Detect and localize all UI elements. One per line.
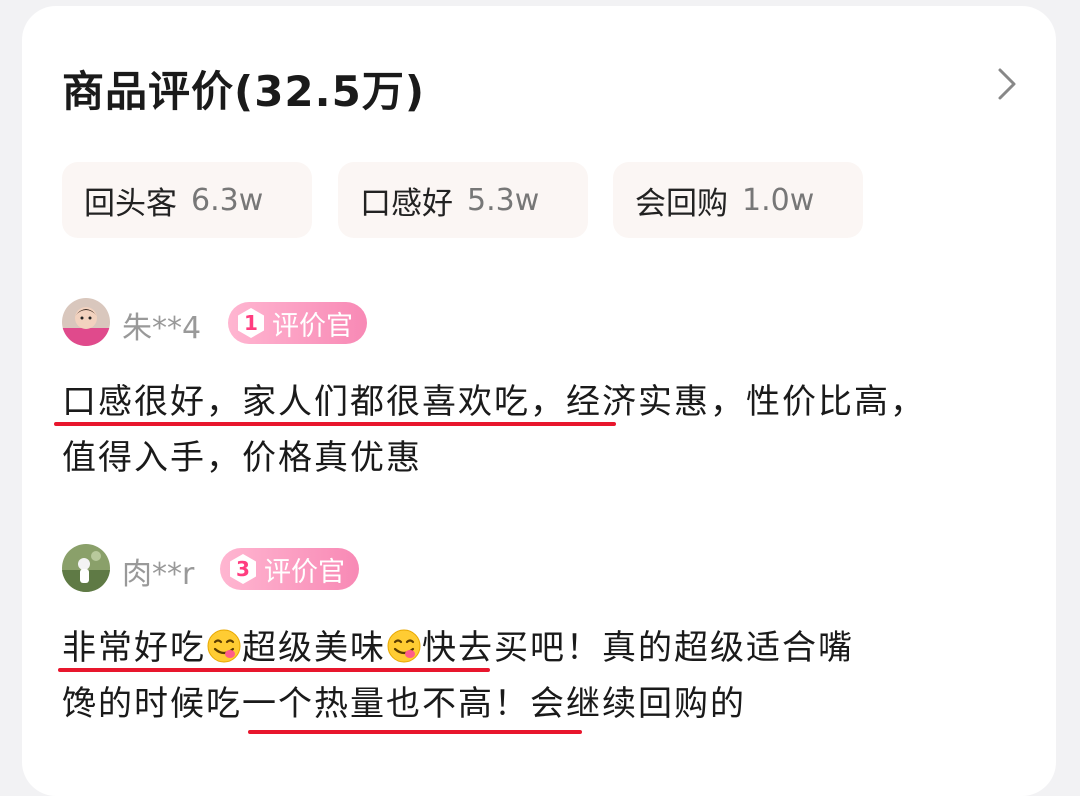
chevron-right-icon[interactable] [988,64,1028,104]
badge-level: 3 [236,557,250,581]
review-user-row: 朱**4 1 评价官 [62,298,662,350]
review-text-line: 值得入手，价格真优惠 [62,438,422,478]
tag-returning-customer[interactable]: 回头客 6.3w [62,162,312,238]
review-text-line: 馋的时候吃一个热量也不高！会继续回购的 [62,684,746,724]
avatar[interactable] [62,544,110,592]
avatar[interactable] [62,298,110,346]
badge-level: 1 [244,311,258,335]
review-username: 朱**4 [122,311,202,346]
review-text-segment: 非常好吃 [62,628,206,668]
tag-label: 回头客 [84,185,177,222]
review-text-segment: 快去买吧！真的超级适合嘴 [422,628,854,668]
review-username: 肉**r [122,557,195,592]
yum-face-icon [387,629,421,663]
reviews-header[interactable]: 商品评价(32.5万) [62,50,1042,120]
badge-label: 评价官 [272,310,353,342]
tag-will-repurchase[interactable]: 会回购 1.0w [613,162,863,238]
highlight-underline [58,668,490,672]
tag-label: 口感好 [360,185,453,222]
page-title: 商品评价(32.5万) [62,67,426,116]
highlight-underline [248,730,582,734]
badge-label: 评价官 [264,556,345,588]
reviewer-badge: 1 评价官 [228,302,367,344]
tag-count: 6.3w [191,182,264,218]
review-text: 非常好吃 超级美味 快去买吧！真的超级适合嘴 馋的时候吃一个热量也不高！会继续回… [62,620,1032,732]
tag-count: 1.0w [742,182,815,218]
highlight-underline [54,422,616,426]
badge-level-icon: 1 [236,307,266,339]
yum-face-icon [207,629,241,663]
review-user-row: 肉**r 3 评价官 [62,544,662,596]
review-text: 口感很好，家人们都很喜欢吃，经济实惠，性价比高， 值得入手，价格真优惠 [62,374,1032,486]
tag-good-taste[interactable]: 口感好 5.3w [338,162,588,238]
badge-level-icon: 3 [228,553,258,585]
reviewer-badge: 3 评价官 [220,548,359,590]
tag-label: 会回购 [635,185,728,222]
review-text-segment: 超级美味 [242,628,386,668]
tag-count: 5.3w [467,182,540,218]
